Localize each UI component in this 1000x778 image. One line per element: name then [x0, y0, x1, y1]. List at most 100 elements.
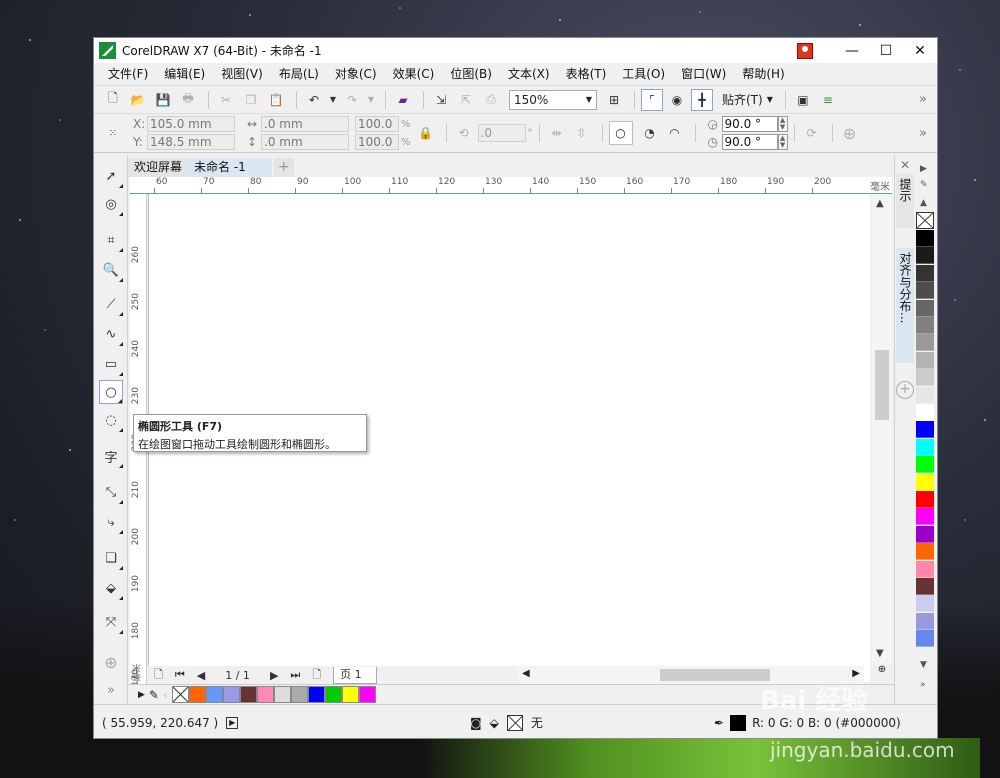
crop-tool-icon[interactable]: ⌗ [99, 228, 123, 252]
scroll-up-icon[interactable]: ▲ [876, 198, 884, 209]
document-color-swatch[interactable] [341, 686, 359, 703]
palette-color-swatch[interactable] [916, 351, 934, 369]
eyedropper-icon[interactable]: ⤧ [99, 610, 123, 634]
start-angle-spinner[interactable]: ▲ ▼ [777, 116, 788, 132]
document-color-swatch[interactable] [188, 686, 206, 703]
menu-text[interactable]: 文本(X) [500, 63, 558, 85]
end-angle-field[interactable]: 90.0 ° [721, 134, 778, 150]
palette-color-swatch[interactable] [916, 578, 934, 595]
document-color-swatch[interactable] [307, 686, 325, 703]
vertical-scrollbar[interactable]: ▲ ▼ [872, 194, 892, 664]
palette-color-swatch[interactable] [916, 473, 934, 491]
palette-menu-icon[interactable]: ▶ [138, 690, 145, 700]
document-color-swatch[interactable] [324, 686, 342, 703]
save-icon[interactable]: 💾 [152, 89, 174, 111]
toolbox-overflow-icon[interactable]: » [99, 678, 123, 702]
horizontal-scroll-thumb[interactable] [660, 669, 770, 681]
start-angle-field[interactable]: 90.0 ° [721, 116, 778, 132]
palette-color-swatch[interactable] [916, 595, 934, 613]
show-grid-icon[interactable]: ◉ [666, 89, 688, 111]
paste-icon[interactable]: 📋 [265, 89, 287, 111]
close-button[interactable]: ✕ [903, 38, 937, 63]
options-icon[interactable]: ≡ [817, 89, 839, 111]
palette-eyedropper-icon[interactable]: ✎ [920, 180, 928, 190]
full-screen-preview-icon[interactable]: ⊞ [603, 89, 625, 111]
x-position-field[interactable]: 105.0 mm [147, 116, 235, 132]
document-color-swatch[interactable] [239, 686, 257, 703]
zoom-tool-icon[interactable]: 🔍 [99, 258, 123, 282]
artistic-media-icon[interactable]: ∿ [99, 322, 123, 346]
palette-color-swatch[interactable] [916, 230, 934, 247]
transparency-icon[interactable]: ⬙ [99, 576, 123, 600]
new-document-icon[interactable]: 🗋 [102, 89, 124, 111]
palette-color-swatch[interactable] [916, 456, 934, 474]
import-icon[interactable]: ⇲ [430, 89, 452, 111]
connector-tool-icon[interactable]: ⤷ [99, 510, 123, 534]
palette-scroll-down-icon[interactable]: ▼ [920, 660, 927, 670]
parallel-dimension-icon[interactable]: ⤡ [99, 480, 123, 504]
document-color-swatch[interactable] [205, 686, 223, 703]
menu-view[interactable]: 视图(V) [213, 63, 271, 85]
menu-object[interactable]: 对象(C) [327, 63, 385, 85]
minimize-button[interactable]: — [835, 38, 869, 63]
height-field[interactable]: .0 mm [261, 134, 349, 150]
toolbar-overflow-icon[interactable]: » [919, 92, 927, 107]
palette-color-swatch[interactable] [916, 264, 934, 282]
search-content-icon[interactable]: ▰ [392, 89, 414, 111]
export-icon[interactable]: ⇱ [455, 89, 477, 111]
menu-edit[interactable]: 编辑(E) [156, 63, 213, 85]
scroll-down-icon[interactable]: ▼ [876, 648, 884, 659]
add-tab-icon[interactable]: + [273, 158, 294, 177]
palette-color-swatch[interactable] [916, 508, 934, 526]
tab-align-distribute[interactable]: 对齐与分布... [896, 248, 914, 363]
palette-expand-icon[interactable]: » [920, 680, 926, 690]
palette-color-swatch[interactable] [916, 404, 934, 421]
undo-icon[interactable]: ↶ [303, 89, 325, 111]
palette-color-swatch[interactable] [916, 282, 934, 300]
polygon-tool-icon[interactable]: ◌ [99, 408, 123, 432]
prev-page-icon[interactable]: ◀ [197, 669, 205, 682]
no-color-swatch[interactable] [171, 686, 189, 703]
show-guidelines-icon[interactable]: ╋ [691, 88, 713, 111]
palette-color-swatch[interactable] [916, 525, 934, 543]
rectangle-tool-icon[interactable]: ▭ [99, 352, 123, 376]
copy-icon[interactable]: ❐ [240, 89, 262, 111]
add-icon[interactable]: ⊕ [839, 122, 861, 144]
status-expand-icon[interactable]: ▶ [226, 716, 239, 729]
palette-color-swatch[interactable] [916, 491, 934, 508]
docker-close-icon[interactable]: ✕ [900, 158, 910, 172]
undo-dropdown-icon[interactable]: ▼ [328, 89, 338, 111]
document-color-swatch[interactable] [273, 686, 291, 703]
menu-table[interactable]: 表格(T) [558, 63, 615, 85]
scroll-right-icon[interactable]: ▶ [852, 668, 860, 679]
palette-color-swatch[interactable] [916, 317, 934, 334]
palette-color-swatch[interactable] [916, 630, 934, 648]
tab-welcome-screen[interactable]: 欢迎屏幕 [128, 158, 189, 177]
text-tool-icon[interactable]: 字 [99, 444, 123, 468]
propbar-overflow-icon[interactable]: » [919, 126, 927, 141]
welcome-screen-icon[interactable]: ▣ [792, 89, 814, 111]
scale-x-field[interactable]: 100.0 [355, 116, 399, 132]
palette-color-swatch[interactable] [916, 369, 934, 387]
ellipse-tool-icon[interactable]: ○ [99, 380, 123, 404]
scale-y-field[interactable]: 100.0 [355, 134, 399, 150]
last-page-icon[interactable]: ⏭ [290, 668, 300, 682]
menu-help[interactable]: 帮助(H) [734, 63, 792, 85]
menu-bitmaps[interactable]: 位图(B) [442, 63, 500, 85]
snap-to-button[interactable]: 贴齐(T) ▼ [716, 91, 779, 108]
palette-color-swatch[interactable] [916, 543, 934, 561]
palette-color-swatch[interactable] [916, 438, 934, 456]
zoom-level-select[interactable]: 150% ▼ [509, 89, 597, 110]
next-page-icon[interactable]: ▶ [270, 669, 278, 682]
menu-tools[interactable]: 工具(O) [614, 63, 673, 85]
redo-dropdown-icon[interactable]: ▼ [366, 89, 376, 111]
palette-left-icon[interactable]: ‹ [163, 688, 168, 702]
pie-shape-icon[interactable]: ◔ [639, 122, 661, 144]
user-account-icon[interactable] [797, 42, 813, 59]
mirror-vertical-icon[interactable]: ⇳ [571, 122, 593, 144]
page-tab[interactable]: 页 1 [333, 666, 377, 684]
menu-effects[interactable]: 效果(C) [385, 63, 443, 85]
lock-ratio-icon[interactable]: 🔒 [415, 122, 437, 144]
palette-color-swatch[interactable] [916, 386, 934, 404]
open-folder-icon[interactable]: 📂 [127, 89, 149, 111]
